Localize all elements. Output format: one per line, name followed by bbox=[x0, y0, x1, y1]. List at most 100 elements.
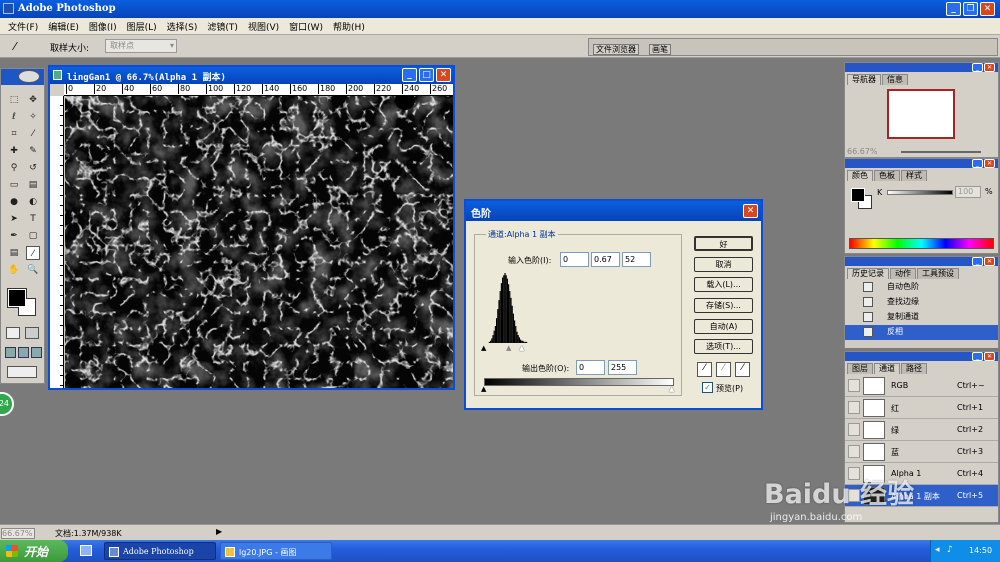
navigator-thumbnail[interactable] bbox=[887, 89, 955, 139]
save-button[interactable]: 存储(S)... bbox=[694, 298, 753, 313]
blur-tool-icon[interactable]: ● bbox=[7, 195, 21, 209]
channels-close-button[interactable]: ✕ bbox=[984, 352, 995, 361]
brush-tool-icon[interactable]: ✎ bbox=[26, 144, 40, 158]
green-badge[interactable]: 24 bbox=[0, 392, 14, 416]
ok-button[interactable]: 好 bbox=[694, 236, 753, 251]
tab-history[interactable]: 历史记录 bbox=[847, 268, 889, 279]
auto-button[interactable]: 自动(A) bbox=[694, 319, 753, 334]
levels-close-button[interactable]: ✕ bbox=[743, 204, 758, 218]
tab-info[interactable]: 信息 bbox=[882, 74, 908, 85]
eraser-tool-icon[interactable]: ▭ bbox=[7, 178, 21, 192]
sample-size-select[interactable]: 取样点 ▾ bbox=[105, 39, 177, 53]
channel-row[interactable]: 绿 Ctrl+2 bbox=[845, 419, 998, 441]
screen-mode-dark-icon[interactable] bbox=[31, 347, 42, 358]
output-black-slider[interactable]: ▲ bbox=[481, 385, 486, 393]
visibility-eye-icon[interactable] bbox=[848, 467, 860, 480]
menu-item[interactable]: 选择(S) bbox=[167, 23, 198, 33]
foreground-color-swatch-top[interactable] bbox=[8, 289, 26, 307]
navigator-close-button[interactable]: ✕ bbox=[984, 63, 995, 72]
tab-file-browser[interactable]: 文件浏览器 bbox=[593, 44, 639, 55]
channel-label[interactable]: 通道:Alpha 1 副本 bbox=[486, 229, 558, 240]
lasso-tool-icon[interactable]: ℓ bbox=[7, 110, 21, 124]
type-tool-icon[interactable]: T bbox=[26, 212, 40, 226]
menu-item[interactable]: 图像(I) bbox=[89, 23, 117, 33]
tab-paths[interactable]: 路径 bbox=[901, 363, 927, 374]
volume-icon[interactable]: ♪ bbox=[947, 545, 953, 555]
white-eyedropper-icon[interactable]: ⁄ bbox=[735, 362, 750, 377]
input-black-slider[interactable]: ▲ bbox=[481, 344, 486, 352]
marquee-tool-icon[interactable]: ⬚ bbox=[7, 93, 21, 107]
hand-tool-icon[interactable]: ✋ bbox=[7, 263, 21, 277]
shape-tool-icon[interactable]: ▢ bbox=[26, 229, 40, 243]
doc-minimize-button[interactable]: _ bbox=[402, 68, 417, 82]
input-level-gamma[interactable]: 0.67 bbox=[591, 252, 620, 267]
quickmask-mode-icon[interactable] bbox=[25, 327, 39, 339]
tab-navigator[interactable]: 导航器 bbox=[847, 74, 881, 85]
doc-maximize-button[interactable]: □ bbox=[419, 68, 434, 82]
gradient-tool-icon[interactable]: ▤ bbox=[26, 178, 40, 192]
input-level-black[interactable]: 0 bbox=[560, 252, 589, 267]
status-menu-arrow-icon[interactable]: ▶ bbox=[216, 527, 222, 536]
tab-tool-presets[interactable]: 工具预设 bbox=[917, 268, 959, 279]
cancel-button[interactable]: 取消 bbox=[694, 257, 753, 272]
tab-channels[interactable]: 通道 bbox=[874, 363, 900, 374]
status-zoom[interactable]: 66.67% bbox=[1, 528, 35, 539]
menu-item[interactable]: 文件(F) bbox=[8, 23, 38, 33]
visibility-eye-icon[interactable] bbox=[848, 379, 860, 392]
crop-tool-icon[interactable]: ⌗ bbox=[7, 127, 21, 141]
dodge-tool-icon[interactable]: ◐ bbox=[26, 195, 40, 209]
jump-to-imageready-icon[interactable] bbox=[7, 366, 37, 378]
tray-arrow-icon[interactable]: ◂ bbox=[935, 545, 940, 555]
screen-mode-full-icon[interactable] bbox=[18, 347, 29, 358]
restore-button[interactable]: ❐ bbox=[963, 2, 978, 16]
tab-color[interactable]: 颜色 bbox=[847, 170, 873, 181]
input-slider-track[interactable]: ▲ ▲ ▲ bbox=[481, 343, 674, 352]
tab-swatches[interactable]: 色板 bbox=[874, 170, 900, 181]
history-item[interactable]: 自动色阶 bbox=[845, 280, 998, 295]
slice-tool-icon[interactable]: ⁄ bbox=[26, 127, 40, 141]
history-item[interactable]: 查找边缘 bbox=[845, 295, 998, 310]
navigator-zoom[interactable]: 66.67% bbox=[847, 147, 878, 156]
screen-mode-icon[interactable] bbox=[5, 347, 16, 358]
visibility-eye-icon[interactable] bbox=[848, 445, 860, 458]
history-close-button[interactable]: ✕ bbox=[984, 257, 995, 266]
start-button[interactable]: 开始 bbox=[0, 540, 68, 562]
load-button[interactable]: 载入(L)... bbox=[694, 277, 753, 292]
taskbar-item-paint[interactable]: lg20.JPG - 画图 bbox=[220, 542, 332, 560]
navigator-zoom-slider[interactable] bbox=[901, 151, 981, 153]
channel-row[interactable]: 红 Ctrl+1 bbox=[845, 397, 998, 419]
channel-row[interactable]: RGB Ctrl+~ bbox=[845, 375, 998, 397]
close-button[interactable]: ✕ bbox=[980, 2, 995, 16]
history-item[interactable]: 复制通道 bbox=[845, 310, 998, 325]
menu-item[interactable]: 帮助(H) bbox=[333, 23, 365, 33]
path-select-icon[interactable]: ➤ bbox=[7, 212, 21, 226]
color-minimize-button[interactable]: _ bbox=[972, 159, 983, 168]
black-eyedropper-icon[interactable]: ⁄ bbox=[697, 362, 712, 377]
options-button[interactable]: 选项(T)... bbox=[694, 339, 753, 354]
input-white-slider[interactable]: ▲ bbox=[519, 344, 524, 352]
eyedropper-icon[interactable]: ⁄ bbox=[26, 246, 40, 260]
menu-item[interactable]: 滤镜(T) bbox=[207, 23, 238, 33]
menu-item[interactable]: 视图(V) bbox=[248, 23, 279, 33]
color-fg-swatch[interactable] bbox=[851, 188, 865, 202]
channel-row[interactable]: Alpha 1 Ctrl+4 bbox=[845, 463, 998, 485]
visibility-eye-icon[interactable] bbox=[848, 489, 860, 502]
tab-layers[interactable]: 图层 bbox=[847, 363, 873, 374]
input-gamma-slider[interactable]: ▲ bbox=[506, 344, 511, 352]
doc-close-button[interactable]: ✕ bbox=[436, 68, 451, 82]
healing-brush-icon[interactable]: ✚ bbox=[7, 144, 21, 158]
preview-checkbox[interactable]: ✓ bbox=[702, 382, 713, 393]
standard-mode-icon[interactable] bbox=[6, 327, 20, 339]
gray-eyedropper-icon[interactable]: ⁄ bbox=[716, 362, 731, 377]
zoom-tool-icon[interactable]: 🔍 bbox=[26, 263, 40, 277]
move-tool-icon[interactable]: ✥ bbox=[26, 93, 40, 107]
clone-stamp-icon[interactable]: ⚲ bbox=[7, 161, 21, 175]
menu-item[interactable]: 图层(L) bbox=[127, 23, 157, 33]
output-level-white[interactable]: 255 bbox=[608, 360, 637, 375]
channel-row[interactable]: Alpha 1 副本 Ctrl+5 bbox=[845, 485, 998, 507]
history-brush-icon[interactable]: ↺ bbox=[26, 161, 40, 175]
navigator-minimize-button[interactable]: _ bbox=[972, 63, 983, 72]
k-slider[interactable] bbox=[887, 190, 953, 195]
tab-brushes[interactable]: 画笔 bbox=[649, 44, 671, 55]
output-level-black[interactable]: 0 bbox=[576, 360, 605, 375]
